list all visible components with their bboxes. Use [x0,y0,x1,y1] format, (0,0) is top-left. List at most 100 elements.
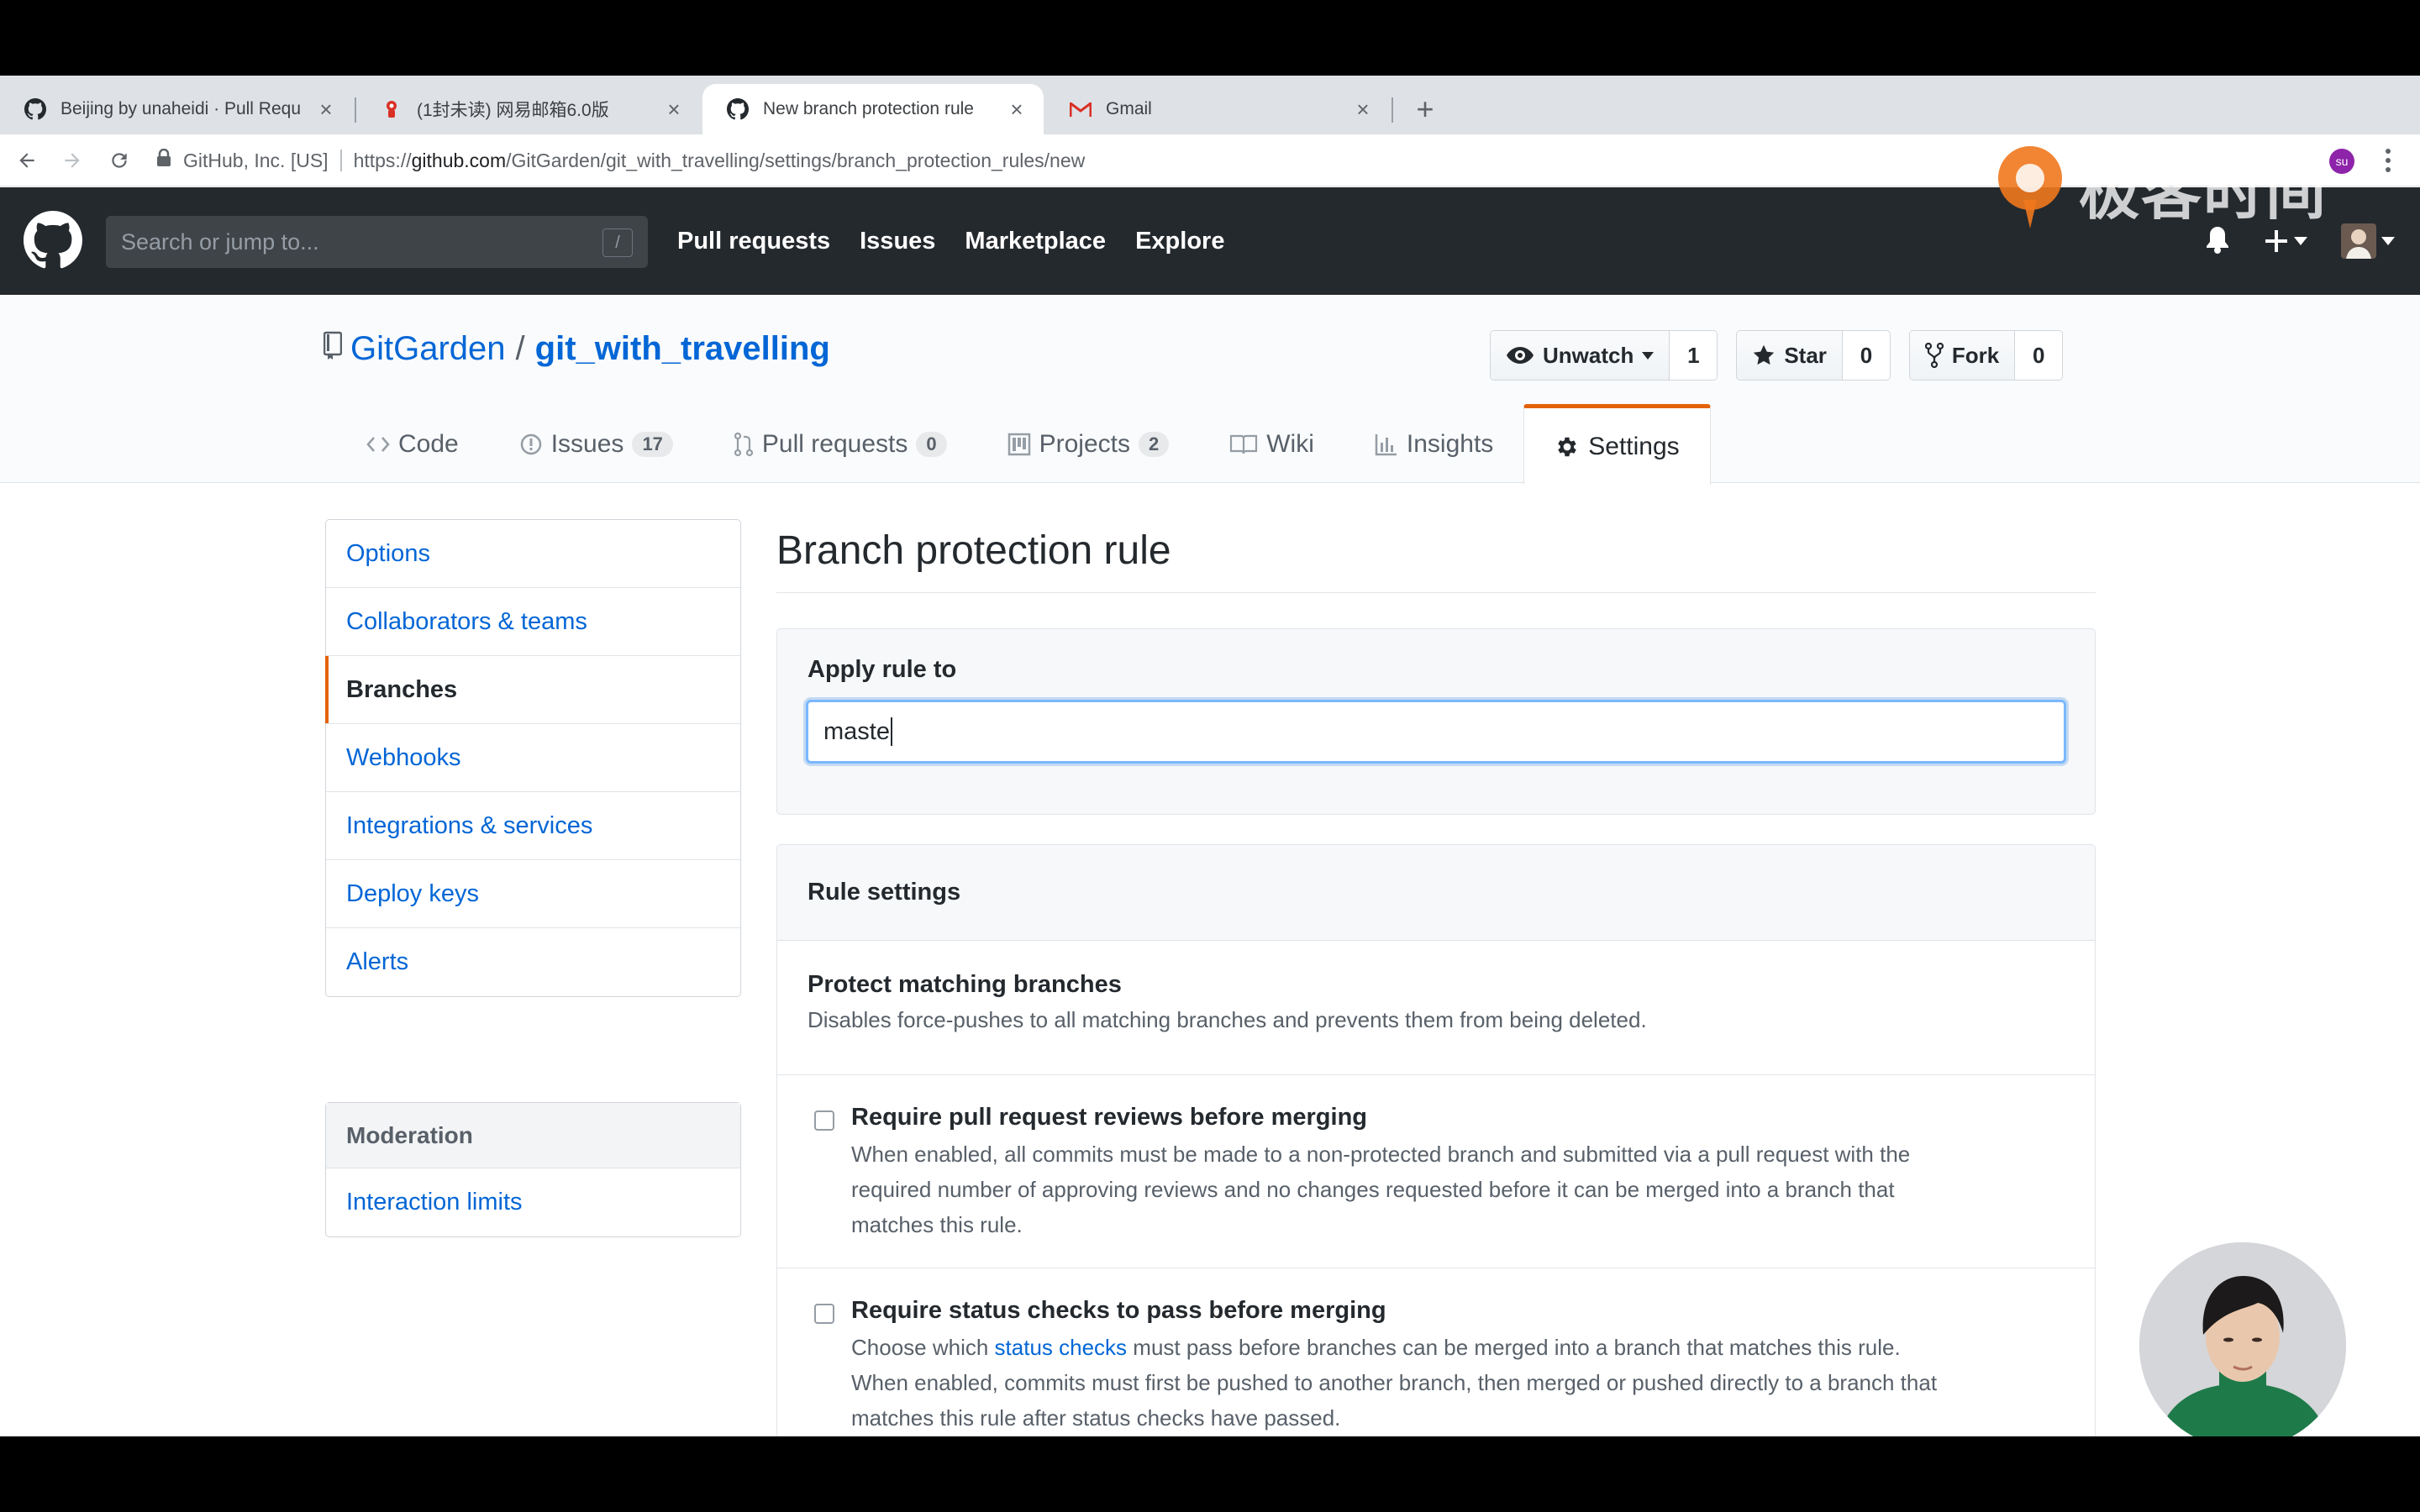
profile-avatar[interactable]: su [2329,149,2354,174]
tab-label: Pull requests [761,430,908,458]
search-input[interactable]: Search or jump to... / [106,216,648,268]
header-nav: Pull requests Issues Marketplace Explore [677,187,1224,295]
forward-button[interactable] [57,145,87,176]
netease-mail-icon [380,97,403,121]
presenter-video [2139,1242,2346,1436]
star-button[interactable]: Star [1737,331,1843,380]
arrow-left-icon [19,153,34,168]
browser-toolbar: GitHub, Inc. [US] https://github.com/Git… [0,134,2420,186]
unwatch-button[interactable]: Unwatch [1491,331,1670,380]
require-reviews-checkbox[interactable] [814,1110,834,1131]
close-icon[interactable]: × [1005,97,1028,121]
caret-down-icon [2294,237,2307,245]
tab-label: Wiki [1266,430,1314,458]
sidebar-item-alerts[interactable]: Alerts [326,928,740,996]
browser-tab-gmail[interactable]: Gmail × [1045,84,1390,134]
close-icon[interactable]: × [314,97,338,121]
browser-tab-branch-protection[interactable]: New branch protection rule × [702,84,1044,134]
status-checks-link[interactable]: status checks [995,1335,1128,1360]
book-icon [1230,434,1258,454]
nav-marketplace[interactable]: Marketplace [965,228,1106,255]
branch-pattern-input[interactable]: maste [806,700,2066,764]
tab-title: Beijing by unaheidi · Pull Requ [60,99,302,118]
sidebar-item-options[interactable]: Options [326,520,740,588]
require-status-checks-checkbox[interactable] [814,1304,834,1324]
sidebar-item-interaction-limits[interactable]: Interaction limits [326,1168,740,1236]
browser-menu-button[interactable] [2380,146,2396,175]
unwatch-label: Unwatch [1543,342,1634,368]
reload-icon [112,153,127,168]
moderation-heading: Moderation [326,1103,740,1168]
new-tab-button[interactable]: + [1408,92,1442,126]
tab-code[interactable]: Code [336,405,489,484]
repo-name-link[interactable]: git_with_travelling [535,330,830,368]
create-new-button[interactable] [2264,228,2307,254]
repo-icon [323,330,343,368]
protect-branches-section: Protect matching branches Disables force… [777,941,2095,1075]
tab-issues[interactable]: Issues 17 [489,405,703,484]
browser-tab-netease-mail[interactable]: (1封未读) 网易邮箱6.0版 × [356,84,701,134]
code-icon [366,437,390,452]
nav-issues[interactable]: Issues [860,228,935,255]
require-status-checks-description: Choose which status checks must pass bef… [851,1330,2065,1436]
require-reviews-description: When enabled, all commits must be made t… [851,1137,2065,1242]
nav-explore[interactable]: Explore [1135,228,1224,255]
desc-line: required number of approving reviews and… [851,1177,1895,1202]
tab-wiki[interactable]: Wiki [1199,405,1344,484]
protect-title: Protect matching branches [808,971,1122,998]
fork-count[interactable]: 0 [2015,331,2063,380]
apply-rule-box: Apply rule to maste [776,628,2096,815]
browser-tab-pull-request[interactable]: Beijing by unaheidi · Pull Requ × [0,84,353,134]
sidebar-item-branches[interactable]: Branches [325,656,740,724]
require-status-checks-title[interactable]: Require status checks to pass before mer… [851,1297,2065,1325]
url-path: /GitGarden/git_with_travelling/settings/… [506,149,1086,171]
eye-icon [1507,347,1534,364]
repo-actions: Unwatch 1 Star 0 Fork 0 [1490,330,2064,381]
github-logo-icon[interactable] [24,211,82,270]
desc-text: must pass before branches can be merged … [1127,1335,1901,1360]
sidebar-item-deploy-keys[interactable]: Deploy keys [326,860,740,928]
tab-insights[interactable]: Insights [1344,405,1523,484]
tab-title: (1封未读) 网易邮箱6.0版 [417,101,609,120]
reload-button[interactable] [104,145,134,176]
fork-label: Fork [1951,342,2000,368]
tab-label: Code [398,430,459,458]
star-icon [1754,344,1775,365]
search-placeholder: Search or jump to... [121,228,319,255]
user-menu-button[interactable] [2341,223,2395,259]
tab-label: Insights [1406,430,1494,458]
watch-button-group: Unwatch 1 [1490,330,1718,381]
sidebar-item-integrations[interactable]: Integrations & services [326,792,740,860]
back-button[interactable] [12,145,42,176]
header-right-controls [2205,221,2395,261]
star-count[interactable]: 0 [1842,331,1890,380]
tab-pull-requests[interactable]: Pull requests 0 [703,405,977,484]
project-icon [1007,433,1030,456]
arrow-right-icon [65,153,80,168]
repo-owner-link[interactable]: GitGarden [350,330,506,368]
search-shortcut-key: / [602,228,633,257]
nav-pull-requests[interactable]: Pull requests [677,228,830,255]
url-prefix: https:// [353,149,412,171]
tab-settings[interactable]: Settings [1523,404,1711,485]
fork-button[interactable]: Fork [1909,331,2016,380]
star-button-group: Star 0 [1736,330,1891,381]
require-reviews-section: Require pull request reviews before merg… [777,1075,2095,1268]
tab-label: Projects [1039,430,1130,458]
bell-icon[interactable] [2205,225,2230,258]
require-reviews-title[interactable]: Require pull request reviews before merg… [851,1104,2065,1131]
sidebar-item-collaborators[interactable]: Collaborators & teams [326,588,740,656]
presenter-image [2139,1242,2346,1436]
rule-settings-heading: Rule settings [777,845,2095,941]
address-bar[interactable]: GitHub, Inc. [US] https://github.com/Git… [156,138,2257,183]
github-header: Search or jump to... / Pull requests Iss… [0,187,2420,295]
close-icon[interactable]: × [662,97,686,121]
watch-count[interactable]: 1 [1670,331,1718,380]
protect-description: Disables force-pushes to all matching br… [808,1007,1647,1032]
sidebar-item-webhooks[interactable]: Webhooks [326,724,740,792]
gear-icon [1558,437,1577,456]
tab-projects[interactable]: Projects 2 [977,405,1200,484]
close-icon[interactable]: × [1351,97,1375,121]
repo-title: GitGarden / git_with_travelling [323,330,830,368]
caret-down-icon [2381,237,2395,245]
